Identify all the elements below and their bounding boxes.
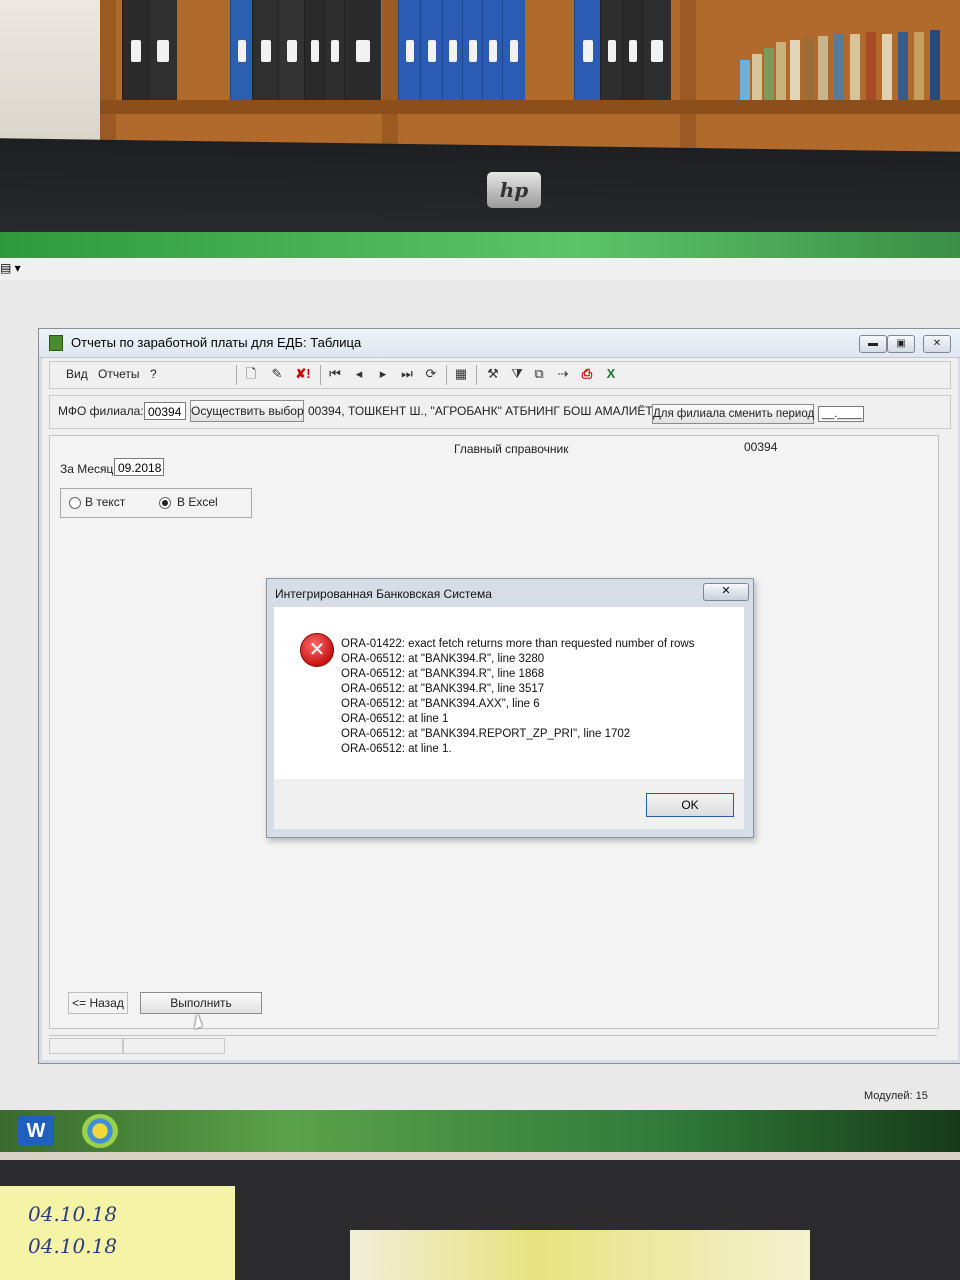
tools-icon[interactable]: ⚒ (484, 365, 502, 383)
filter-bar: МФО филиала: 00394 Осуществить выбор 003… (49, 395, 951, 429)
month-input[interactable]: 09.2018 (114, 458, 164, 476)
window-app-icon (49, 335, 63, 351)
maximize-button[interactable]: ▣ (887, 335, 915, 353)
edit-icon[interactable]: ✎ (268, 365, 286, 383)
toolbar: Вид Отчеты ? 🗋 ✎ ✘! ⏮ ◂ ▸ ⏭ ⟳ ▦ ⚒ ⧩ ⧉ ⇢ … (49, 361, 951, 389)
radio-text-label: В текст (85, 495, 126, 509)
refresh-icon[interactable]: ⟳ (422, 365, 440, 383)
error-line: ORA-01422: exact fetch returns more than… (341, 638, 695, 650)
dialog-footer: OK (274, 779, 744, 829)
delete-icon[interactable]: ✘! (294, 365, 312, 383)
mfo-input[interactable]: 00394 (144, 402, 186, 420)
header-right-code: 00394 (744, 440, 778, 454)
error-line: ORA-06512: at "BANK394.AXX", line 6 (341, 698, 540, 710)
first-icon[interactable]: ⏮ (326, 365, 344, 383)
print-icon[interactable]: ⎙ (578, 365, 596, 383)
period-input[interactable]: __.____ (818, 406, 864, 422)
back-button[interactable]: <= Назад (68, 992, 128, 1014)
ok-button[interactable]: OK (646, 793, 734, 817)
word-taskbar-icon[interactable]: W (18, 1116, 54, 1146)
bank-app-taskbar-icon[interactable] (82, 1114, 118, 1148)
note-line: 04.10.18 (28, 1202, 118, 1226)
minimize-button[interactable]: ▬ (859, 335, 887, 353)
dialog-message-area: ✕ ORA-01422: exact fetch returns more th… (274, 607, 744, 779)
desk-papers (350, 1230, 810, 1280)
menu-view[interactable]: Вид (66, 367, 88, 381)
filter-icon[interactable]: ⧩ (508, 365, 526, 383)
dialog-close-button[interactable]: ✕ (703, 583, 749, 601)
prev-icon[interactable]: ◂ (350, 365, 368, 383)
error-line: ORA-06512: at "BANK394.REPORT_ZP_PRI", l… (341, 728, 631, 740)
error-line: ORA-06512: at "BANK394.R", line 3517 (341, 683, 545, 695)
output-format-group: В текст В Excel (60, 488, 252, 518)
close-button[interactable]: ✕ (923, 335, 951, 353)
mfo-label: МФО филиала: (58, 404, 144, 418)
sticky-note: 04.10.18 04.10.18 (0, 1186, 235, 1280)
export-icon[interactable]: ⇢ (554, 365, 572, 383)
error-line: ORA-06512: at "BANK394.R", line 1868 (341, 668, 545, 680)
next-icon[interactable]: ▸ (374, 365, 392, 383)
hp-logo: hp (487, 172, 541, 208)
window-statusbar (49, 1035, 937, 1056)
taskbar (0, 1110, 960, 1152)
menu-reports[interactable]: Отчеты (98, 367, 139, 381)
window-titlebar: Отчеты по заработной платы для ЕДБ: Табл… (39, 329, 960, 358)
radio-excel[interactable] (159, 497, 171, 509)
radio-excel-label: В Excel (177, 495, 218, 509)
copy-icon[interactable]: ⧉ (530, 365, 548, 383)
error-dialog: Интегрированная Банковская Система ✕ ✕ O… (266, 578, 754, 838)
new-icon[interactable]: 🗋 (242, 365, 260, 383)
menu-help[interactable]: ? (150, 367, 157, 381)
note-line: 04.10.18 (28, 1234, 118, 1258)
change-period-button[interactable]: Для филиала сменить период (652, 404, 814, 424)
modules-count: Модулей: 15 (864, 1090, 928, 1102)
dialog-title: Интегрированная Банковская Система (275, 587, 492, 601)
branch-name: 00394, ТОШКЕНТ Ш., "АГРОБАНК" АТБНИНГ БО… (308, 404, 652, 418)
screen: ▤ ▾ Отчеты по заработной платы для ЕДБ: … (0, 232, 960, 1152)
error-line: ORA-06512: at "BANK394.R", line 3280 (341, 653, 545, 665)
select-button[interactable]: Осуществить выбор (190, 400, 304, 422)
bookshelf (100, 0, 960, 160)
radio-text[interactable] (69, 497, 81, 509)
error-line: ORA-06512: at line 1. (341, 743, 452, 755)
error-icon: ✕ (300, 633, 334, 667)
run-button[interactable]: Выполнить (140, 992, 262, 1014)
app-menu-icon[interactable]: ▤ ▾ (0, 261, 21, 275)
last-icon[interactable]: ⏭ (398, 365, 416, 383)
error-line: ORA-06512: at line 1 (341, 713, 449, 725)
error-message: ORA-01422: exact fetch returns more than… (341, 637, 695, 757)
header-center-label: Главный справочник (454, 442, 569, 456)
window-title: Отчеты по заработной платы для ЕДБ: Табл… (71, 335, 362, 350)
app-menu-strip: ▤ ▾ (0, 258, 960, 281)
grid-icon[interactable]: ▦ (452, 365, 470, 383)
month-label: За Месяц (60, 462, 114, 476)
excel-icon[interactable]: X (602, 365, 620, 383)
